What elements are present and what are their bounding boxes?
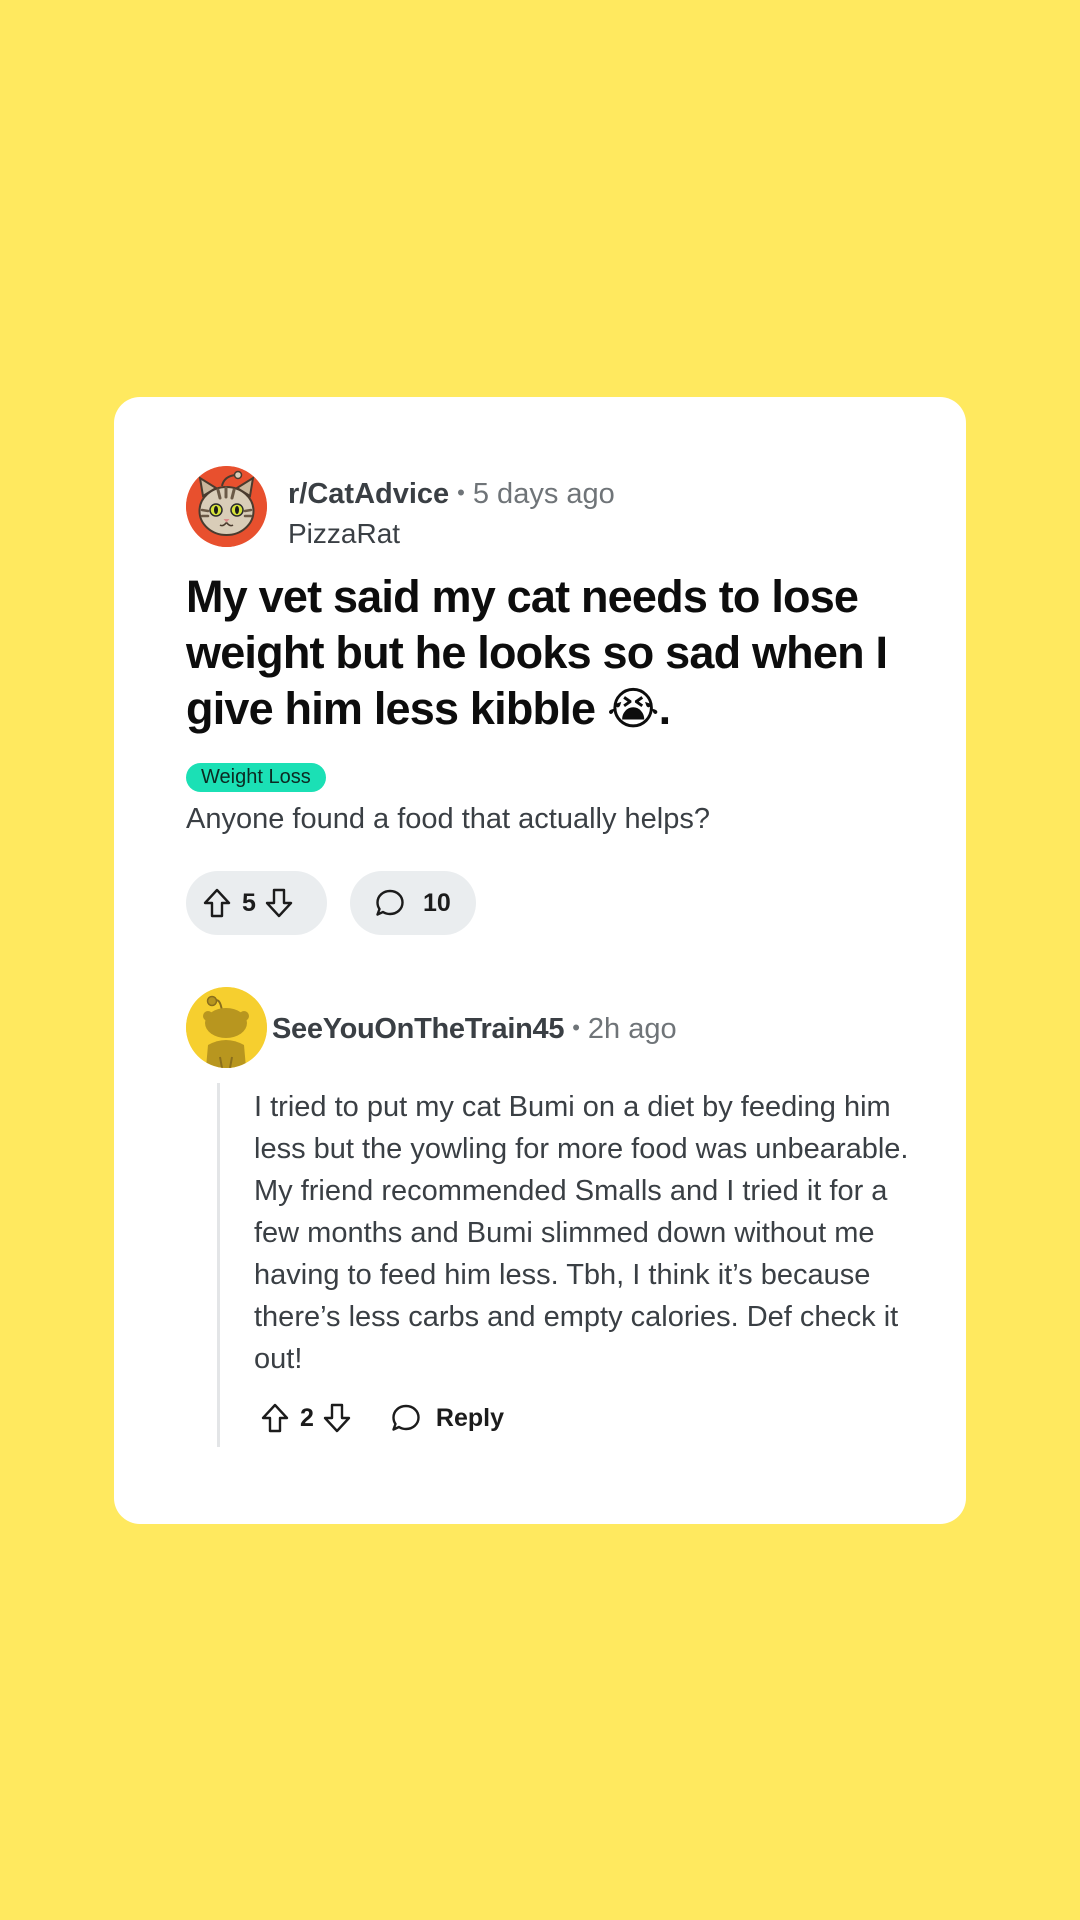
comment-count: 10 [423, 888, 451, 917]
post-body: Anyone found a food that actually helps? [186, 803, 710, 835]
comment-meta: SeeYouOnTheTrain45 • 2h ago [272, 1010, 677, 1047]
comment-icon [390, 1402, 422, 1434]
post-author[interactable]: PizzaRat [288, 517, 400, 551]
post-score: 5 [242, 888, 256, 917]
comment-timestamp: 2h ago [587, 1013, 677, 1045]
post-timestamp: 5 days ago [472, 478, 615, 510]
upvote-icon[interactable] [202, 887, 232, 919]
reply-button[interactable]: Reply [390, 1402, 504, 1434]
post-title[interactable]: My vet said my cat needs to lose weight … [186, 569, 926, 737]
post-flair[interactable]: Weight Loss [186, 763, 326, 792]
cat-avatar-icon[interactable] [186, 466, 267, 547]
comment-actions: 2 Reply [260, 1398, 504, 1438]
post-vote-pill: 5 [186, 871, 327, 935]
subreddit-link[interactable]: r/CatAdvice [288, 478, 449, 510]
post-meta: r/CatAdvice • 5 days ago [288, 475, 615, 512]
comment-icon [374, 887, 406, 919]
snoo-avatar-icon[interactable] [186, 987, 267, 1068]
comment-score: 2 [300, 1403, 314, 1432]
separator-dot: • [572, 1015, 580, 1040]
downvote-icon[interactable] [264, 887, 294, 919]
thread-line[interactable] [217, 1083, 220, 1447]
comment-body: I tried to put my cat Bumi on a diet by … [254, 1091, 909, 1375]
separator-dot: • [457, 480, 465, 505]
downvote-icon[interactable] [322, 1402, 352, 1434]
upvote-icon[interactable] [260, 1402, 290, 1434]
reply-label: Reply [435, 1403, 504, 1432]
post-card: r/CatAdvice • 5 days ago PizzaRat My vet s… [114, 397, 966, 1524]
comments-button[interactable]: 10 [350, 871, 476, 935]
comment-author[interactable]: SeeYouOnTheTrain45 [272, 1013, 565, 1045]
